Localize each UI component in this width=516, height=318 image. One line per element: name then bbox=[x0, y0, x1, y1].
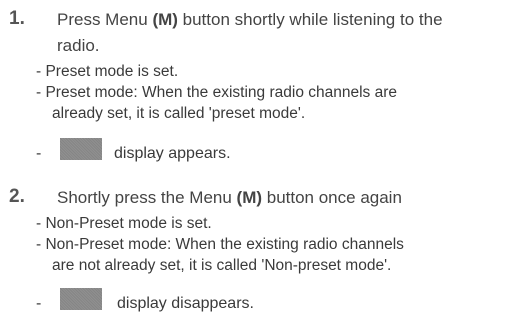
sub-item-text: - Preset mode is set. bbox=[36, 63, 179, 80]
sub-item: - Preset mode is set. bbox=[36, 61, 178, 82]
instruction-text: Press Menu bbox=[57, 10, 153, 29]
display-indicator-line: - bbox=[36, 145, 41, 163]
display-icon bbox=[60, 138, 102, 160]
instruction-text: button shortly while listening to the bbox=[177, 10, 443, 29]
instruction-text: button once again bbox=[262, 188, 402, 207]
step-number: 2. bbox=[9, 186, 25, 207]
display-text: display appears. bbox=[114, 145, 231, 162]
sub-item-text-cont: are not already set, it is called 'Non-p… bbox=[52, 257, 392, 274]
display-indicator-text: display appears. bbox=[114, 145, 231, 163]
display-indicator-line: - bbox=[36, 295, 41, 313]
instruction-text-line2: radio. bbox=[57, 36, 100, 55]
sub-item: - Preset mode: When the existing radio c… bbox=[36, 82, 397, 124]
display-text: display disappears. bbox=[117, 295, 254, 312]
sub-item-text: - Non-Preset mode: When the existing rad… bbox=[36, 236, 404, 253]
step-instruction: Press Menu (M) button shortly while list… bbox=[57, 7, 443, 59]
dash: - bbox=[36, 295, 42, 312]
sub-item: - Non-Preset mode: When the existing rad… bbox=[36, 234, 404, 276]
sub-item-text: - Preset mode: When the existing radio c… bbox=[36, 84, 397, 101]
sub-item: - Non-Preset mode is set. bbox=[36, 213, 212, 234]
display-indicator-text: display disappears. bbox=[117, 295, 254, 313]
step-instruction: Shortly press the Menu (M) button once a… bbox=[57, 185, 402, 211]
sub-item-text-cont: already set, it is called 'preset mode'. bbox=[52, 105, 306, 122]
instruction-text: Shortly press the Menu bbox=[57, 188, 237, 207]
menu-key-label: (M) bbox=[152, 10, 178, 29]
sub-item-text: - Non-Preset mode is set. bbox=[36, 215, 212, 232]
display-icon bbox=[60, 288, 102, 310]
step-number: 1. bbox=[9, 8, 25, 29]
dash: - bbox=[36, 145, 42, 162]
menu-key-label: (M) bbox=[236, 188, 263, 207]
